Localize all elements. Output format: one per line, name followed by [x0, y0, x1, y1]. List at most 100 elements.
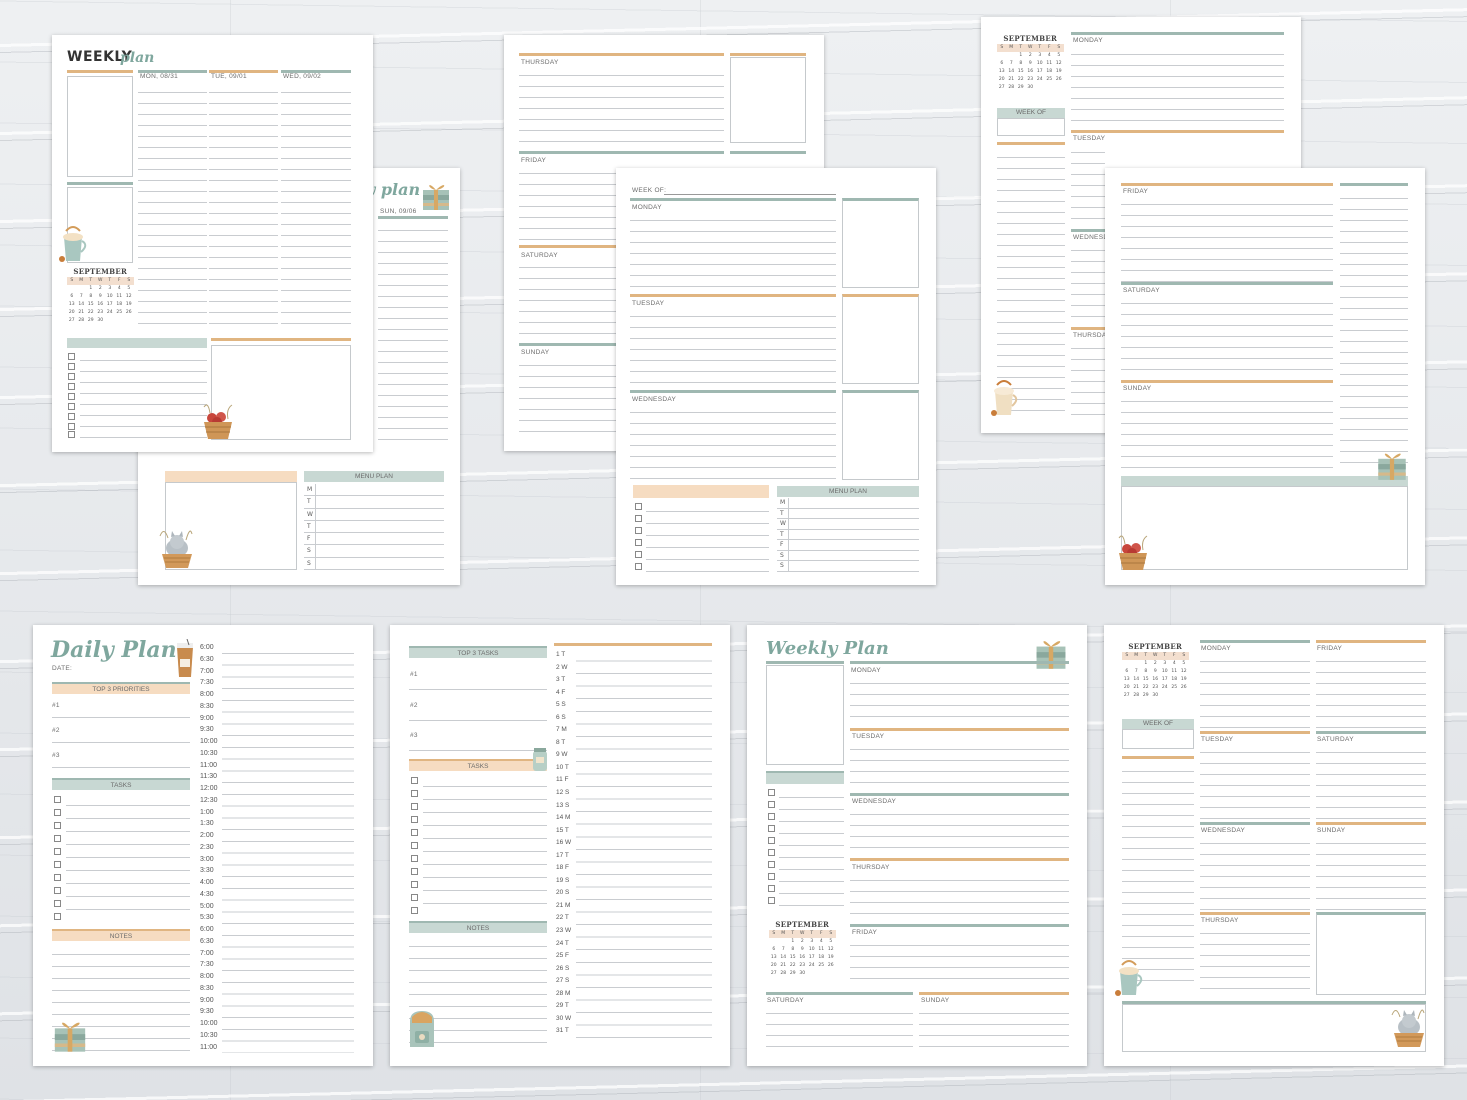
task-checkbox[interactable]	[635, 539, 642, 546]
task-checkbox[interactable]	[411, 907, 418, 914]
task-checkbox[interactable]	[411, 777, 418, 784]
cal-day: 24	[106, 310, 113, 315]
cal-day: 24	[808, 963, 815, 968]
task-checkbox[interactable]	[411, 803, 418, 810]
task-checkbox[interactable]	[54, 822, 61, 829]
priority-3-label: #3	[52, 752, 60, 759]
task-checkbox[interactable]	[54, 913, 61, 920]
task-checkbox[interactable]	[68, 403, 75, 410]
cal-day	[77, 285, 87, 293]
top-tasks-header: TOP 3 TASKS	[409, 646, 547, 658]
mini-calendar: SEPTEMBER SMTWTFS 12345 6 7 8 9 10 11 12 13 14 1…	[67, 268, 134, 325]
task-checkbox[interactable]	[768, 813, 775, 820]
task-checkbox[interactable]	[411, 881, 418, 888]
time-slot: 12:00	[200, 785, 218, 792]
cal-day: 15	[789, 955, 796, 960]
task-checkbox[interactable]	[411, 829, 418, 836]
day-lines	[1071, 338, 1105, 418]
cal-day: 13	[770, 955, 777, 960]
day-bar	[1071, 327, 1105, 330]
time-column: 6:00 6:30 7:00 7:30 8:00 8:30 9:00 9:30 …	[200, 642, 354, 1054]
task-checkbox[interactable]	[768, 861, 775, 868]
task-checkbox[interactable]	[768, 825, 775, 832]
task-checkbox[interactable]	[768, 897, 775, 904]
cal-day	[1054, 84, 1064, 92]
cal-day: 16	[97, 302, 104, 307]
weekday: S	[70, 278, 74, 283]
task-checkbox[interactable]	[54, 848, 61, 855]
cal-day: 28	[780, 971, 787, 976]
time-slot: 9:00	[200, 996, 214, 1004]
time-slot: 7:00	[200, 949, 214, 957]
cal-day: 4	[1047, 53, 1051, 58]
time-slot: 3:30	[200, 867, 214, 875]
task-checkbox[interactable]	[54, 874, 61, 881]
cal-day: 22	[1142, 685, 1149, 690]
gift-box-icon	[423, 185, 449, 210]
gift-box-icon	[1378, 453, 1406, 480]
date-row: 23 W	[556, 927, 572, 935]
cal-day: 23	[1152, 685, 1159, 690]
week-of-box	[997, 118, 1065, 136]
task-checkbox[interactable]	[635, 515, 642, 522]
cal-day: 4	[1172, 661, 1176, 666]
task-checkbox[interactable]	[68, 373, 75, 380]
cal-day: 27	[68, 318, 75, 323]
cal-day: 23	[1027, 77, 1034, 82]
day-lines	[1071, 240, 1105, 325]
task-checkbox[interactable]	[54, 900, 61, 907]
task-checkbox[interactable]	[411, 842, 418, 849]
date-row: 30 W	[556, 1014, 572, 1022]
task-checkbox[interactable]	[68, 431, 75, 438]
task-checkbox[interactable]	[411, 855, 418, 862]
task-checkbox[interactable]	[768, 837, 775, 844]
day-label: MON, 08/31	[140, 73, 179, 80]
cal-day: 20	[770, 963, 777, 968]
day-bar	[1316, 640, 1426, 643]
task-checkbox[interactable]	[68, 363, 75, 370]
task-checkbox[interactable]	[768, 885, 775, 892]
task-checkbox[interactable]	[635, 551, 642, 558]
cal-day: 19	[1055, 69, 1062, 74]
task-checkbox[interactable]	[635, 563, 642, 570]
cal-day: 5	[127, 286, 131, 291]
task-checkbox[interactable]	[54, 835, 61, 842]
time-slot: 1:30	[200, 820, 214, 828]
task-checkbox[interactable]	[635, 503, 642, 510]
task-checkbox[interactable]	[635, 527, 642, 534]
task-checkbox[interactable]	[54, 861, 61, 868]
task-checkbox[interactable]	[68, 353, 75, 360]
task-checkbox[interactable]	[411, 894, 418, 901]
day-lines	[138, 82, 207, 332]
time-slot: 7:30	[200, 961, 214, 969]
cal-day: 7	[79, 294, 83, 299]
cal-day	[1122, 660, 1132, 668]
day-lines	[519, 257, 619, 342]
task-checkbox[interactable]	[411, 816, 418, 823]
task-checkbox[interactable]	[68, 413, 75, 420]
task-checkbox[interactable]	[768, 801, 775, 808]
task-checkbox[interactable]	[411, 868, 418, 875]
day-bar	[630, 198, 836, 201]
cal-day: 13	[1123, 677, 1130, 682]
task-checkbox[interactable]	[68, 383, 75, 390]
task-checkbox[interactable]	[411, 790, 418, 797]
task-checkbox[interactable]	[54, 809, 61, 816]
task-checkbox[interactable]	[68, 423, 75, 430]
task-checkbox[interactable]	[768, 789, 775, 796]
cal-day	[807, 970, 817, 978]
cal-day: 20	[1123, 685, 1130, 690]
cal-day: 28	[78, 318, 85, 323]
task-checkbox[interactable]	[768, 849, 775, 856]
menu-day: T	[304, 496, 444, 509]
weekday: T	[810, 931, 814, 936]
time-slot: 5:00	[200, 902, 214, 910]
week-of-header: WEEK OF	[1122, 719, 1194, 729]
task-lines	[80, 350, 207, 440]
task-checkbox[interactable]	[768, 873, 775, 880]
date-row: 25 F	[556, 952, 570, 960]
task-checkbox[interactable]	[68, 393, 75, 400]
task-checkbox[interactable]	[54, 796, 61, 803]
weekday: T	[1144, 653, 1148, 658]
task-checkbox[interactable]	[54, 887, 61, 894]
